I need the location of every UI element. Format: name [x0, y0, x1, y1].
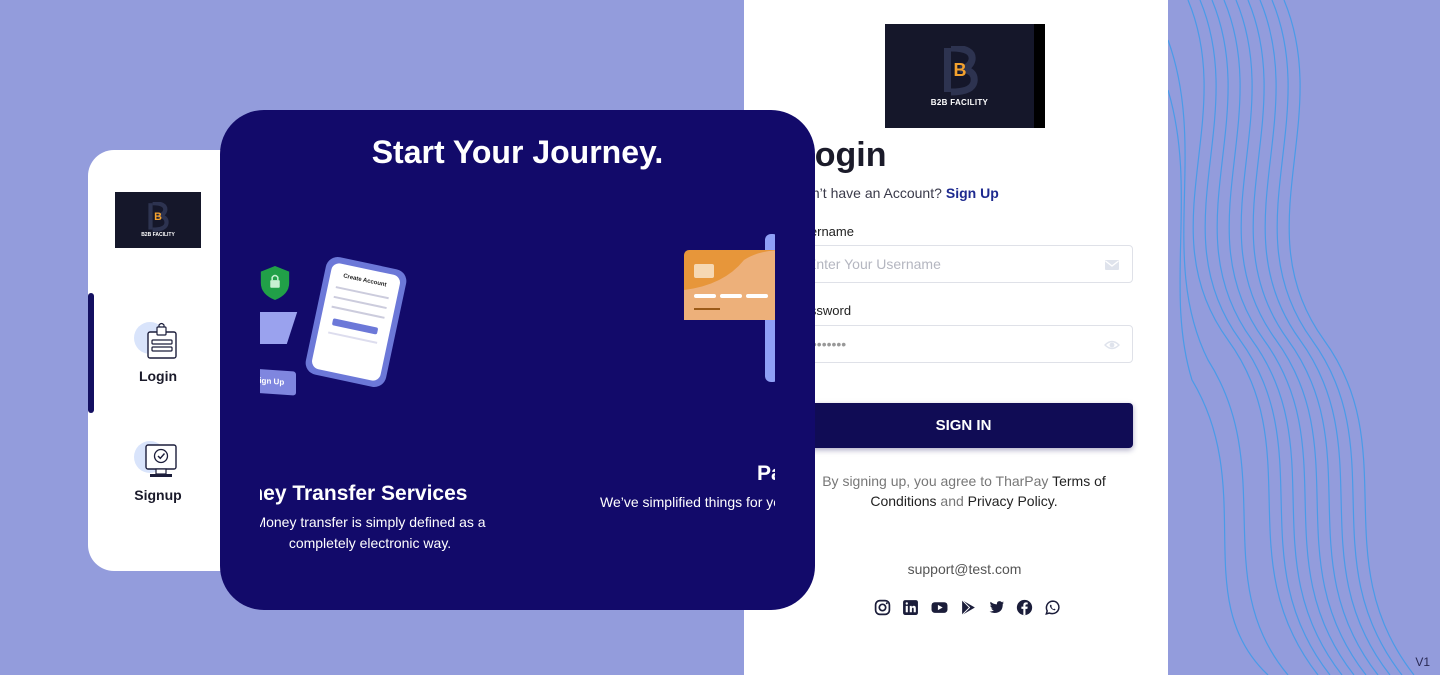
brand-logo: B B2B FACILITY — [885, 24, 1045, 128]
social-links — [874, 599, 1061, 616]
panel-shape — [260, 312, 298, 344]
version-label: V1 — [1415, 655, 1430, 669]
side-logo-text: B2B FACILITY — [141, 232, 175, 238]
logo-text: B2B FACILITY — [930, 97, 989, 107]
instagram-icon[interactable] — [874, 599, 891, 616]
phone-illustration: Create Account — [303, 254, 409, 390]
password-input[interactable] — [807, 326, 1087, 362]
slide-1-title: Money Transfer Services — [260, 482, 468, 505]
no-account-text: Don’t have an Account? — [794, 185, 942, 201]
logo-mark-icon: B — [943, 45, 978, 95]
signup-link[interactable]: Sign Up — [946, 185, 999, 201]
username-input[interactable] — [807, 246, 1087, 282]
whatsapp-icon[interactable] — [1044, 599, 1061, 616]
credit-card-icon — [684, 250, 775, 320]
terms-text: By signing up, you agree to TharPay Term… — [804, 471, 1124, 511]
shield-lock-icon — [260, 266, 290, 300]
tab-signup[interactable]: Signup — [118, 437, 198, 503]
active-tab-indicator — [88, 293, 94, 413]
svg-text:B: B — [154, 211, 162, 223]
promo-carousel: Start Your Journey. Sign Up Create Accou… — [220, 110, 815, 610]
envelope-icon — [1105, 260, 1119, 270]
wave-decoration — [1168, 0, 1415, 675]
svg-text:B: B — [953, 60, 966, 80]
side-brand-logo: B B2B FACILITY — [115, 192, 201, 248]
terms-suffix: . — [1053, 493, 1058, 509]
side-logo-mark-icon: B — [148, 202, 169, 232]
youtube-icon[interactable] — [930, 599, 949, 616]
username-field-wrapper — [794, 245, 1133, 283]
slide-2-description: We’ve simplified things for you — [600, 494, 775, 510]
carousel-slide-1: Sign Up Create Account Money Transfer Se… — [260, 220, 570, 580]
signup-prompt: Don’t have an Account? Sign Up — [794, 185, 999, 201]
tab-login-label: Login — [138, 368, 178, 384]
facebook-icon[interactable] — [1016, 599, 1033, 616]
linkedin-icon[interactable] — [902, 599, 919, 616]
tab-login[interactable]: Login — [118, 318, 198, 384]
twitter-icon[interactable] — [988, 599, 1005, 616]
google-play-icon[interactable] — [960, 599, 977, 616]
eye-icon[interactable] — [1104, 337, 1120, 353]
mock-signup-chip: Sign Up — [260, 368, 296, 396]
carousel-slide-2: Payments We’ve simplified things for you — [600, 220, 775, 580]
tab-signup-label: Signup — [134, 487, 182, 503]
signup-monitor-icon — [134, 441, 177, 477]
slide-2-title: Payments — [757, 462, 775, 485]
privacy-policy-link[interactable]: Privacy Policy — [968, 493, 1054, 509]
password-field-wrapper — [794, 325, 1133, 363]
carousel-viewport: Sign Up Create Account Money Transfer Se… — [260, 220, 775, 580]
login-form-icon — [134, 322, 177, 359]
terms-and: and — [940, 493, 964, 509]
sign-in-button[interactable]: SIGN IN — [794, 403, 1133, 448]
terms-prefix: By signing up, you agree to TharPay — [822, 473, 1049, 489]
promo-title: Start Your Journey. — [371, 134, 664, 170]
slide-1-description: Money transfer is simply defined as a co… — [260, 514, 486, 551]
